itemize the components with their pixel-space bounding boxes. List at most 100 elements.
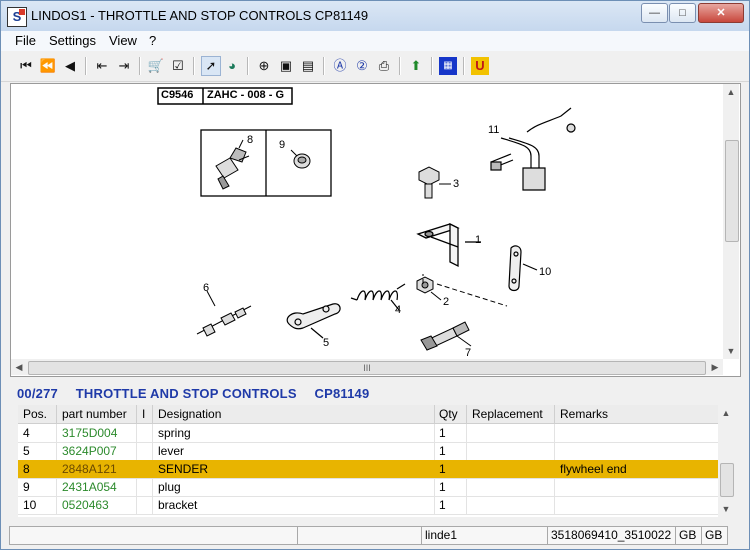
status-serial: 3518069410_3510022: [547, 526, 678, 545]
cell-designation: SENDER: [158, 462, 209, 476]
cell-part-number[interactable]: 3624P007: [62, 444, 117, 458]
cell-pos: 4: [23, 426, 30, 440]
exploded-drawing[interactable]: C9546 ZAHC - 008 - G 1 2 3 4 5 6 7 8 9 1…: [10, 83, 741, 377]
group-title: THROTTLE AND STOP CONTROLS: [75, 386, 297, 401]
cell-remarks: flywheel end: [560, 462, 627, 476]
bracket-part-1: [416, 222, 481, 268]
window-title: LINDOS1 - THROTTLE AND STOP CONTROLS CP8…: [31, 8, 369, 23]
status-user: linde1: [421, 526, 548, 545]
cell-pos: 10: [23, 498, 37, 512]
page-fit-icon[interactable]: ▤: [299, 57, 317, 75]
minimize-button[interactable]: —: [641, 3, 668, 23]
pipe-part-11: [490, 107, 576, 191]
cell-designation: bracket: [158, 498, 198, 512]
cell-qty: 1: [439, 426, 446, 440]
cell-part-number[interactable]: 2431A054: [62, 480, 117, 494]
status-bar: linde1 3518069410_3510022 GB GB: [1, 524, 749, 548]
callout-9[interactable]: 9: [279, 139, 285, 151]
callout-3[interactable]: 3: [453, 178, 459, 190]
pointer-tool-icon[interactable]: ➚: [201, 56, 221, 76]
back-to-list-icon[interactable]: ⇤: [93, 57, 111, 75]
callout-5[interactable]: 5: [323, 337, 329, 349]
checklist-icon[interactable]: ☑: [169, 57, 187, 75]
table-scroll-down-icon[interactable]: ▼: [718, 501, 734, 517]
callout-11[interactable]: 11: [488, 124, 499, 136]
menu-bar: File Settings View ?: [1, 31, 749, 51]
cell-pos: 9: [23, 480, 30, 494]
status-panel-main: [9, 526, 298, 545]
menu-view[interactable]: View: [109, 33, 137, 48]
table-header: Pos. part number I Designation Qty Repla…: [18, 405, 718, 424]
drawing-horizontal-scrollbar[interactable]: ◀ III ▶: [11, 359, 723, 375]
sender-part-8: [215, 139, 250, 190]
cell-pos: 5: [23, 444, 30, 458]
col-qty[interactable]: Qty: [439, 407, 458, 421]
callout-7[interactable]: 7: [465, 347, 471, 359]
table-row[interactable]: 5 3624P007 lever 1: [18, 442, 718, 461]
maximize-button[interactable]: □: [669, 3, 696, 23]
bolt-part-3: [418, 166, 451, 199]
cell-designation: spring: [158, 426, 191, 440]
callout-1[interactable]: 1: [475, 234, 481, 246]
table-row[interactable]: 9 2431A054 plug 1: [18, 478, 718, 497]
menu-settings[interactable]: Settings: [49, 33, 96, 48]
info-a-icon[interactable]: Ⓐ: [331, 57, 349, 75]
cell-part-number[interactable]: 3175D004: [62, 426, 117, 440]
help-icon[interactable]: ②: [353, 57, 371, 75]
col-i[interactable]: I: [142, 407, 145, 421]
callout-10[interactable]: 10: [539, 266, 551, 278]
app-window: S LINDOS1 - THROTTLE AND STOP CONTROLS C…: [0, 0, 750, 550]
table-row[interactable]: 10 0520463 bracket 1: [18, 496, 718, 515]
table-row[interactable]: 4 3175D004 spring 1: [18, 424, 718, 443]
first-icon[interactable]: ⏮: [17, 57, 35, 75]
table-vertical-scrollbar[interactable]: ▲ ▼: [718, 405, 734, 517]
screw-part-7: [420, 321, 472, 351]
col-designation[interactable]: Designation: [158, 407, 221, 421]
vertical-scroll-thumb[interactable]: [725, 140, 739, 242]
drawing-number: C9546: [161, 89, 194, 101]
green-arrow-icon[interactable]: ⬆: [407, 57, 425, 75]
parts-table: Pos. part number I Designation Qty Repla…: [18, 405, 718, 517]
scroll-down-icon[interactable]: ▼: [723, 343, 739, 359]
col-replacement[interactable]: Replacement: [472, 407, 543, 421]
menu-file[interactable]: File: [15, 33, 36, 48]
scroll-left-icon[interactable]: ◀: [11, 359, 27, 375]
cell-qty: 1: [439, 498, 446, 512]
table-scroll-up-icon[interactable]: ▲: [718, 405, 734, 421]
chart-icon[interactable]: ◕: [223, 57, 241, 75]
cell-designation: plug: [158, 480, 181, 494]
zoom-in-icon[interactable]: ⊕: [255, 57, 273, 75]
rewind-icon[interactable]: ⏪: [39, 57, 57, 75]
app-logo-icon: S: [7, 7, 27, 27]
drawing-vertical-scrollbar[interactable]: ▲ ▼: [723, 84, 739, 359]
drawing-canvas: [157, 87, 576, 351]
callout-6[interactable]: 6: [203, 282, 209, 294]
close-button[interactable]: ✕: [698, 3, 744, 23]
forward-list-icon[interactable]: ⇥: [115, 57, 133, 75]
cell-part-number[interactable]: 2848A121: [62, 462, 117, 476]
menu-help[interactable]: ?: [149, 33, 156, 48]
u-icon[interactable]: U: [471, 57, 489, 75]
callout-2[interactable]: 2: [443, 296, 449, 308]
status-panel-empty: [297, 526, 422, 545]
lever-part-10: [508, 245, 538, 292]
nut-part-2: [416, 276, 442, 301]
print-icon[interactable]: ⎙: [375, 57, 393, 75]
callout-4[interactable]: 4: [395, 304, 401, 316]
col-remarks[interactable]: Remarks: [560, 407, 608, 421]
col-part-number[interactable]: part number: [62, 407, 127, 421]
scroll-up-icon[interactable]: ▲: [723, 84, 739, 100]
table-scroll-thumb[interactable]: [720, 463, 734, 497]
cell-part-number[interactable]: 0520463: [62, 498, 109, 512]
blue-grid-icon[interactable]: ▦: [439, 57, 457, 75]
page-icon[interactable]: ▣: [277, 57, 295, 75]
previous-icon[interactable]: ◀: [61, 57, 79, 75]
basket-icon[interactable]: 🛒: [147, 57, 165, 75]
scroll-thumb[interactable]: III: [28, 361, 706, 375]
cell-qty: 1: [439, 462, 446, 476]
callout-8[interactable]: 8: [247, 134, 253, 146]
table-row-selected[interactable]: 8 2848A121 SENDER 1 flywheel end: [18, 460, 718, 479]
status-lang-2: GB: [701, 526, 728, 545]
col-pos[interactable]: Pos.: [23, 407, 47, 421]
scroll-right-icon[interactable]: ▶: [707, 359, 723, 375]
